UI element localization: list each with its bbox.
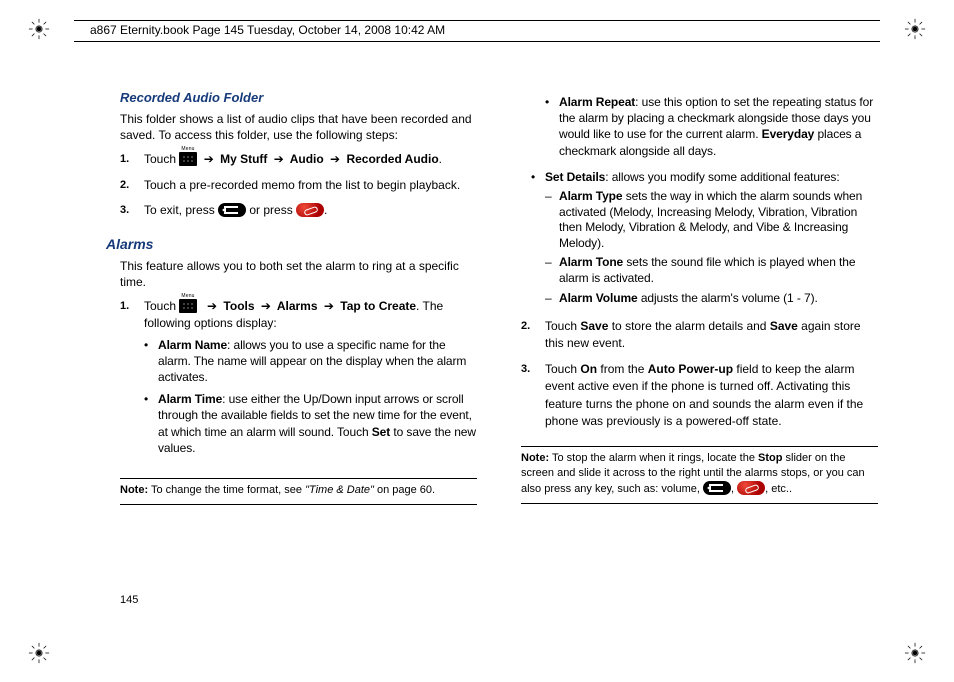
right-column: Alarm Repeat: use this option to set the… [521,90,878,509]
crop-mark-icon [904,642,926,664]
end-key-icon [737,481,765,495]
left-column: Recorded Audio Folder This folder shows … [120,90,477,509]
rule [120,478,477,479]
bullet-alarm-repeat: Alarm Repeat: use this option to set the… [545,94,878,165]
recorded-audio-intro: This folder shows a list of audio clips … [120,111,477,143]
menu-icon [179,152,197,166]
dash-alarm-volume: Alarm Volume adjusts the alarm's volume … [545,291,878,311]
step-3: 3. To exit, press or press . [120,202,477,227]
menu-icon [179,299,197,313]
crop-mark-icon [904,18,926,40]
heading-recorded-audio: Recorded Audio Folder [120,90,477,105]
dash-alarm-tone: Alarm Tone sets the sound file which is … [545,255,878,290]
bullet-alarm-time: Alarm Time: use either the Up/Down input… [144,391,477,462]
rule [521,503,878,504]
step-2: 2.Touch a pre-recorded memo from the lis… [120,177,477,202]
step-1: 1. Touch ➔ My Stuff ➔ Audio ➔ Recorded A… [120,151,477,176]
book-header-text: a867 Eternity.book Page 145 Tuesday, Oct… [90,23,445,37]
alarms-intro: This feature allows you to both set the … [120,258,477,290]
end-key-icon [296,203,324,217]
bullet-alarm-name: Alarm Name: allows you to use a specific… [144,337,477,392]
back-key-icon [218,203,246,217]
note-stop-alarm: Note: To stop the alarm when it rings, l… [521,451,878,497]
alarm-step-1: 1. Touch ➔ Tools ➔ Alarms ➔ Tap to Creat… [120,298,477,470]
rule [521,446,878,447]
dash-alarm-type: Alarm Type sets the way in which the ala… [545,189,878,255]
crop-mark-icon [28,642,50,664]
page-number: 145 [120,594,138,606]
right-step-3: 3. Touch On from the Auto Power-up field… [521,361,878,439]
book-header: a867 Eternity.book Page 145 Tuesday, Oct… [76,20,878,42]
note-time-date: Note: To change the time format, see "Ti… [120,483,477,498]
rule [120,504,477,505]
right-step-2: 2. Touch Save to store the alarm details… [521,318,878,361]
back-key-icon [703,481,731,495]
heading-alarms: Alarms [106,236,477,252]
bullet-set-details: Set Details: allows you modify some addi… [531,169,878,316]
crop-mark-icon [28,18,50,40]
